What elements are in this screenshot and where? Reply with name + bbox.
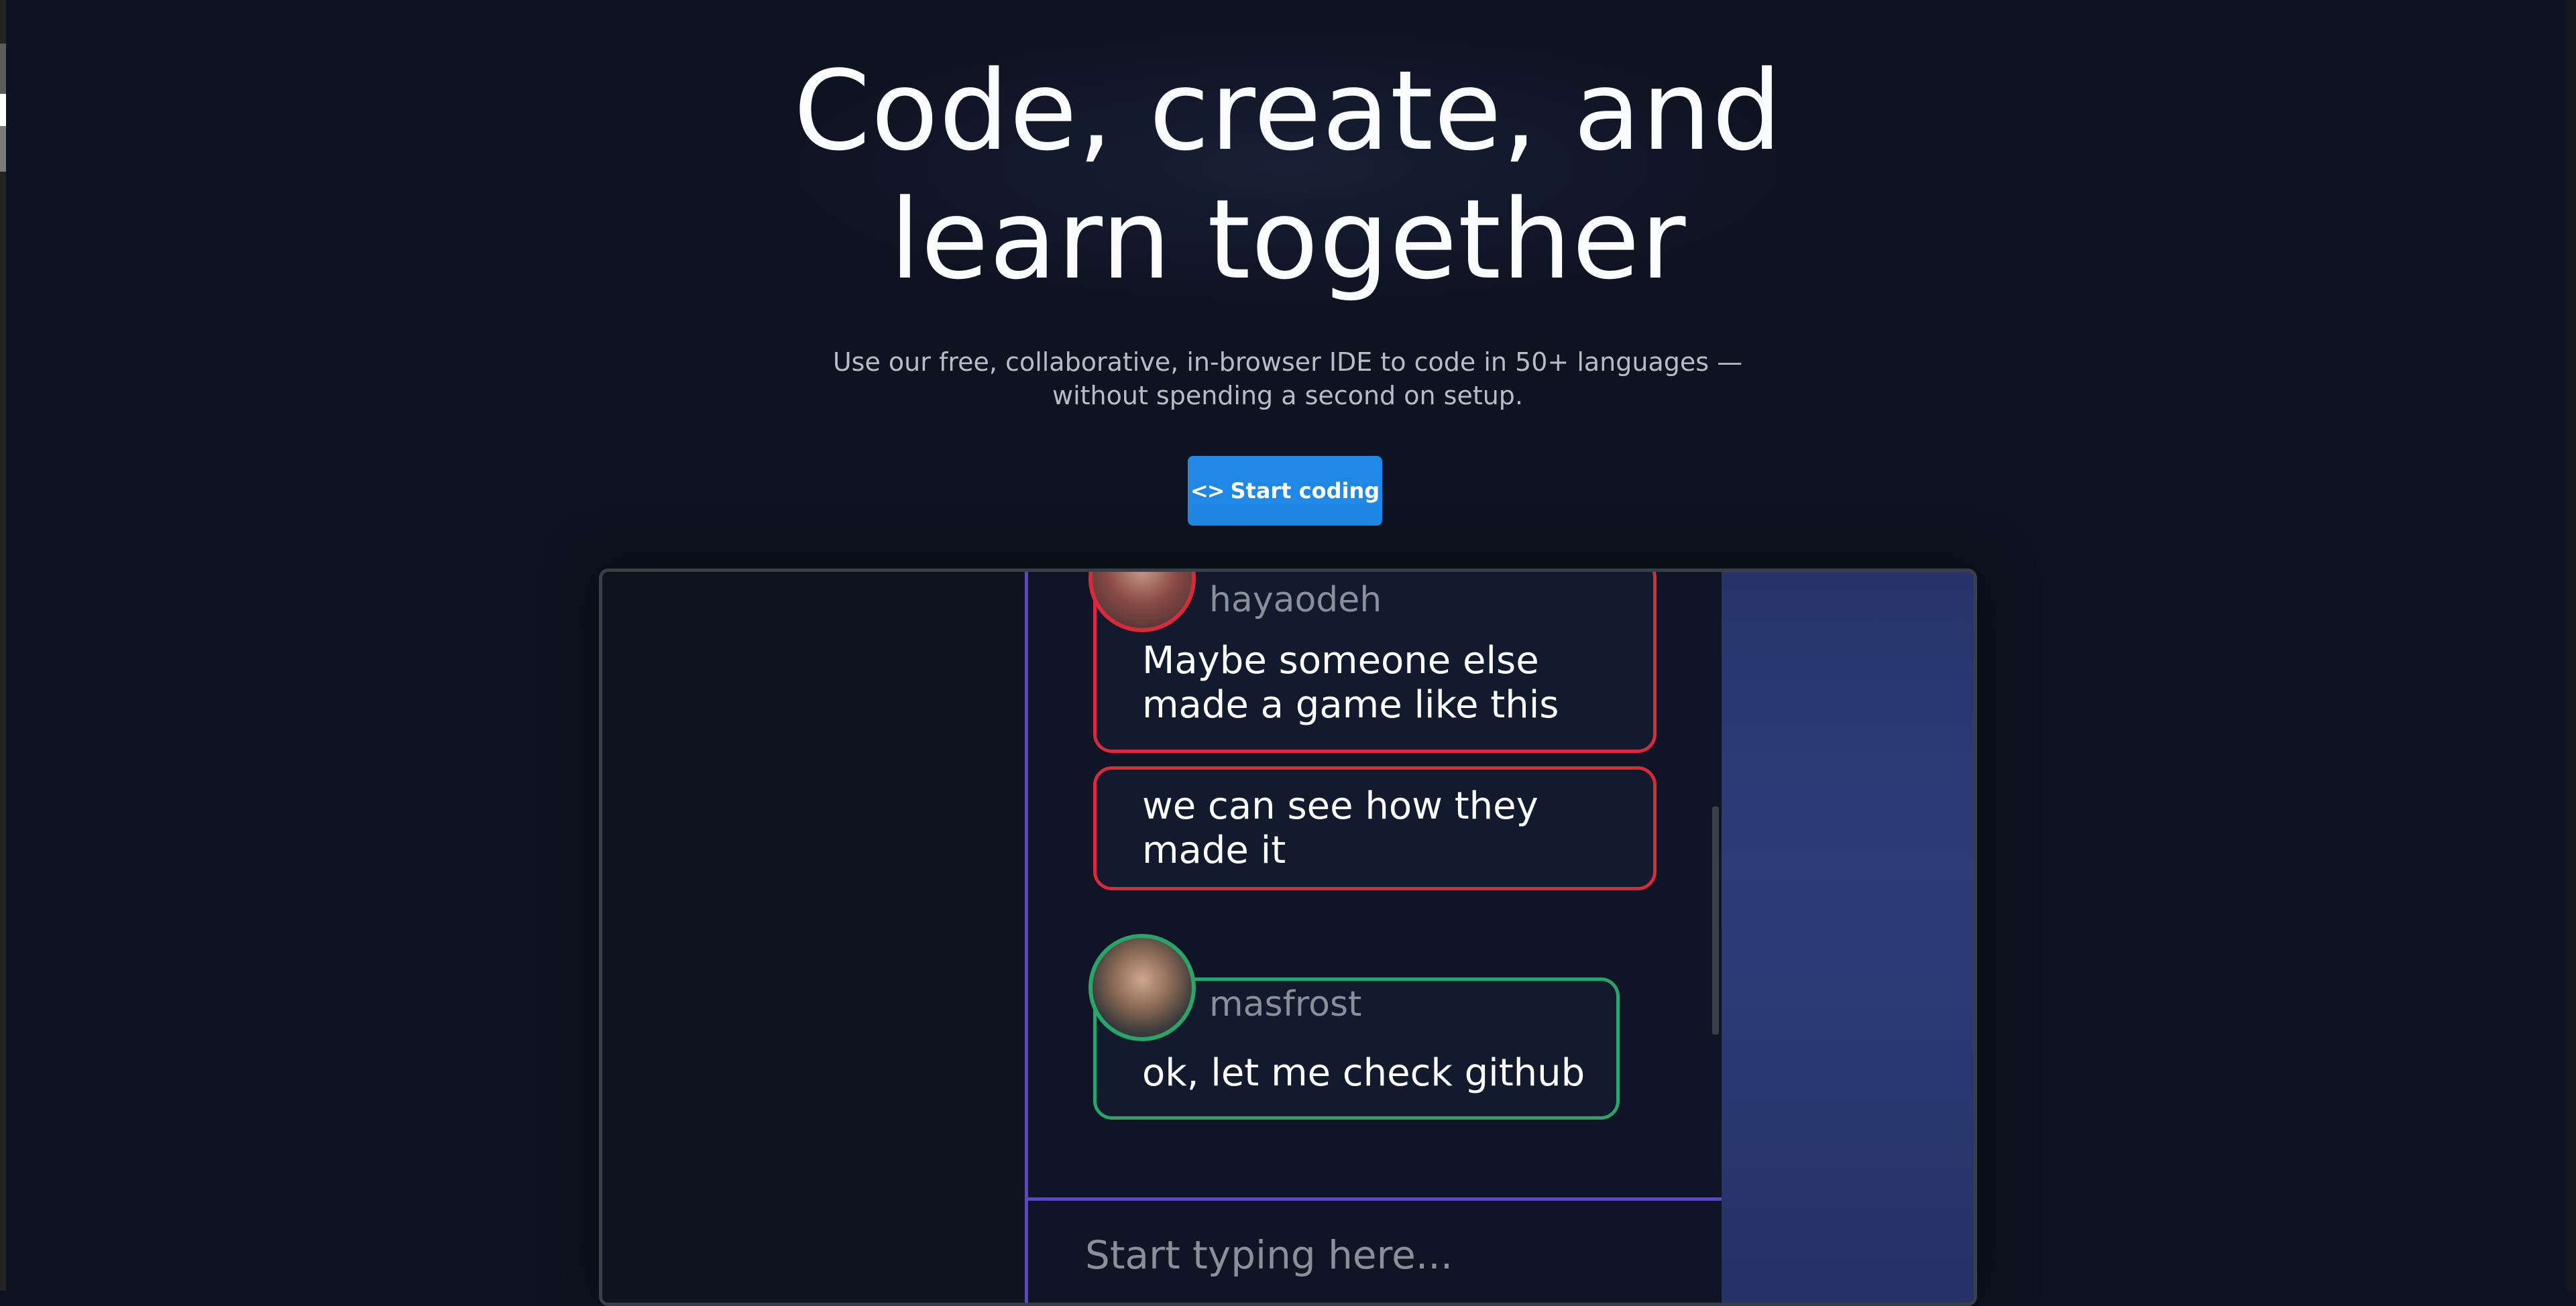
- code-icon: <>: [1190, 478, 1225, 503]
- headline-line-2: learn together: [889, 176, 1687, 304]
- demo-side-panel: [1722, 572, 1974, 1303]
- chat-bubble: we can see how they made it: [1093, 766, 1657, 890]
- chat-input-placeholder: Start typing here...: [1085, 1232, 1453, 1278]
- hero-headline: Code, create, and learn together: [0, 47, 2576, 304]
- chat-scrollbar: [1712, 807, 1719, 1034]
- chat-username: masfrost: [1209, 984, 1362, 1024]
- avatar: [1088, 934, 1196, 1041]
- demo-video-frame: Maybe someone else made a game like this…: [599, 569, 1977, 1306]
- chat-panel: Maybe someone else made a game like this…: [1025, 572, 1722, 1303]
- hero-subtitle: Use our free, collaborative, in-browser …: [832, 347, 1743, 410]
- start-coding-label: Start coding: [1230, 478, 1380, 503]
- chat-message-text: we can see how they made it: [1142, 784, 1538, 872]
- chat-username: hayaodeh: [1209, 580, 1382, 620]
- composer-divider: [1028, 1197, 1722, 1201]
- chat-message-text: ok, let me check github: [1142, 1051, 1585, 1095]
- chat-message-text: Maybe someone else made a game like this: [1142, 639, 1559, 727]
- headline-line-1: Code, create, and: [793, 47, 1783, 175]
- start-coding-button[interactable]: <> Start coding: [1188, 456, 1382, 526]
